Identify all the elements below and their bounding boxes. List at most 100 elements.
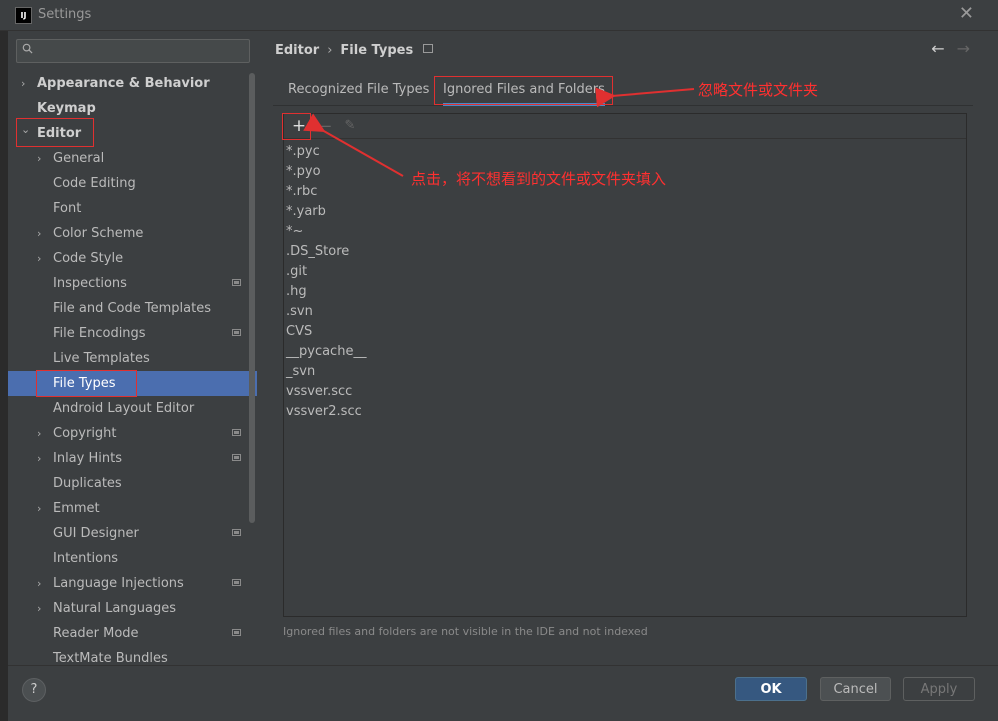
chevron-right-icon[interactable]: ›: [37, 496, 41, 521]
list-item[interactable]: *.pyc: [286, 142, 320, 162]
sidebar-item-keymap[interactable]: Keymap: [8, 96, 257, 121]
list-toolbar: + − ✎: [284, 114, 966, 139]
sidebar-item-file-types[interactable]: File Types: [8, 371, 257, 396]
chevron-right-icon[interactable]: ›: [37, 596, 41, 621]
add-icon[interactable]: +: [289, 116, 309, 136]
project-settings-icon: [232, 329, 241, 336]
sidebar-item-label: GUI Designer: [53, 526, 139, 541]
file-types-panel: Editor › File Types ← → Recognized File Typ…: [258, 31, 998, 665]
sidebar-item-appearance-behavior[interactable]: › Appearance & Behavior: [8, 71, 257, 96]
sidebar-item-file-and-code-templates[interactable]: File and Code Templates: [8, 296, 257, 321]
chevron-down-icon[interactable]: ⌄: [21, 117, 30, 142]
window-title: Settings: [38, 7, 92, 22]
dialog-footer: ? OK Cancel Apply: [8, 665, 998, 721]
sidebar-item-code-editing[interactable]: Code Editing: [8, 171, 257, 196]
project-settings-icon: [423, 44, 434, 53]
sidebar-item-emmet[interactable]: › Emmet: [8, 496, 257, 521]
sidebar-item-android-layout-editor[interactable]: Android Layout Editor: [8, 396, 257, 421]
sidebar-item-editor[interactable]: ⌄ Editor: [8, 121, 257, 146]
edit-icon[interactable]: ✎: [340, 116, 360, 136]
chevron-right-icon[interactable]: ›: [37, 421, 41, 446]
sidebar-item-label: Code Editing: [53, 176, 136, 191]
sidebar-item-label: Intentions: [53, 551, 119, 566]
list-item[interactable]: .git: [286, 262, 307, 282]
breadcrumb-editor[interactable]: Editor: [275, 43, 319, 58]
project-settings-icon: [232, 429, 241, 436]
chevron-right-icon[interactable]: ›: [37, 246, 41, 271]
chevron-right-icon[interactable]: ›: [37, 571, 41, 596]
sidebar-item-label: Inlay Hints: [53, 451, 122, 466]
breadcrumb-separator: ›: [327, 43, 333, 58]
chevron-right-icon[interactable]: ›: [37, 221, 41, 246]
list-item[interactable]: .DS_Store: [286, 242, 349, 262]
sidebar-item-file-encodings[interactable]: File Encodings: [8, 321, 257, 346]
tab-recognized-file-types[interactable]: Recognized File Types: [288, 75, 429, 105]
hint-text: Ignored files and folders are not visibl…: [283, 625, 648, 638]
tab-ignored-files-and-folders[interactable]: Ignored Files and Folders: [443, 75, 605, 106]
sidebar-item-label: File and Code Templates: [53, 301, 211, 316]
sidebar-item-label: Keymap: [37, 101, 96, 116]
sidebar-item-gui-designer[interactable]: GUI Designer: [8, 521, 257, 546]
chevron-right-icon[interactable]: ›: [37, 446, 41, 471]
list-item[interactable]: *.yarb: [286, 202, 326, 222]
chevron-right-icon[interactable]: ›: [21, 71, 25, 96]
ok-button[interactable]: OK: [735, 677, 807, 701]
project-settings-icon: [232, 529, 241, 536]
sidebar-item-label: Editor: [37, 126, 82, 141]
search-input[interactable]: [16, 39, 250, 63]
chevron-right-icon[interactable]: ›: [37, 146, 41, 171]
sidebar-item-general[interactable]: › General: [8, 146, 257, 171]
sidebar-item-label: Language Injections: [53, 576, 184, 591]
sidebar-item-inspections[interactable]: Inspections: [8, 271, 257, 296]
list-item[interactable]: .svn: [286, 302, 313, 322]
sidebar-item-inlay-hints[interactable]: › Inlay Hints: [8, 446, 257, 471]
sidebar-item-label: Copyright: [53, 426, 117, 441]
list-item[interactable]: __pycache__: [286, 342, 366, 362]
breadcrumb-file-types: File Types: [340, 43, 414, 58]
list-item[interactable]: .hg: [286, 282, 307, 302]
list-item[interactable]: CVS: [286, 322, 312, 342]
list-item[interactable]: *.pyo: [286, 162, 321, 182]
sidebar-item-label: General: [53, 151, 105, 166]
sidebar-item-label: Color Scheme: [53, 226, 144, 241]
sidebar-item-color-scheme[interactable]: › Color Scheme: [8, 221, 257, 246]
sidebar-item-intentions[interactable]: Intentions: [8, 546, 257, 571]
back-arrow-icon[interactable]: ←: [931, 39, 944, 58]
list-item[interactable]: vssver2.scc: [286, 402, 362, 422]
cancel-button[interactable]: Cancel: [820, 677, 891, 701]
sidebar-item-duplicates[interactable]: Duplicates: [8, 471, 257, 496]
sidebar-item-label: Duplicates: [53, 476, 122, 491]
project-settings-icon: [232, 279, 241, 286]
sidebar-item-label: Code Style: [53, 251, 124, 266]
sidebar-item-live-templates[interactable]: Live Templates: [8, 346, 257, 371]
project-settings-icon: [232, 629, 241, 636]
sidebar-item-label: Inspections: [53, 276, 127, 291]
project-settings-icon: [232, 454, 241, 461]
title-bar: IJ Settings ✕: [0, 0, 998, 31]
sidebar-item-font[interactable]: Font: [8, 196, 257, 221]
list-item[interactable]: vssver.scc: [286, 382, 352, 402]
app-logo-icon: IJ: [15, 7, 32, 24]
sidebar-item-copyright[interactable]: › Copyright: [8, 421, 257, 446]
sidebar-item-language-injections[interactable]: › Language Injections: [8, 571, 257, 596]
sidebar-item-label: Appearance & Behavior: [37, 76, 210, 91]
sidebar-item-label: Reader Mode: [53, 626, 139, 641]
list-item[interactable]: *~: [286, 222, 303, 242]
help-button[interactable]: ?: [22, 678, 46, 702]
list-item[interactable]: *.rbc: [286, 182, 317, 202]
forward-arrow-icon[interactable]: →: [957, 39, 970, 58]
list-item[interactable]: _svn: [286, 362, 315, 382]
annotation-tab-note: 忽略文件或文件夹: [698, 81, 819, 99]
breadcrumb: Editor › File Types: [275, 43, 434, 58]
sidebar-item-label: File Encodings: [53, 326, 146, 341]
sidebar-item-reader-mode[interactable]: Reader Mode: [8, 621, 257, 646]
sidebar-item-natural-languages[interactable]: › Natural Languages: [8, 596, 257, 621]
sidebar-scrollbar[interactable]: [249, 73, 255, 523]
sidebar-item-code-style[interactable]: › Code Style: [8, 246, 257, 271]
search-icon: [22, 43, 33, 54]
close-icon[interactable]: ✕: [959, 3, 974, 24]
sidebar-item-label: Natural Languages: [53, 601, 177, 616]
remove-icon[interactable]: −: [316, 116, 336, 136]
navigation: ← →: [931, 39, 970, 58]
apply-button[interactable]: Apply: [903, 677, 975, 701]
